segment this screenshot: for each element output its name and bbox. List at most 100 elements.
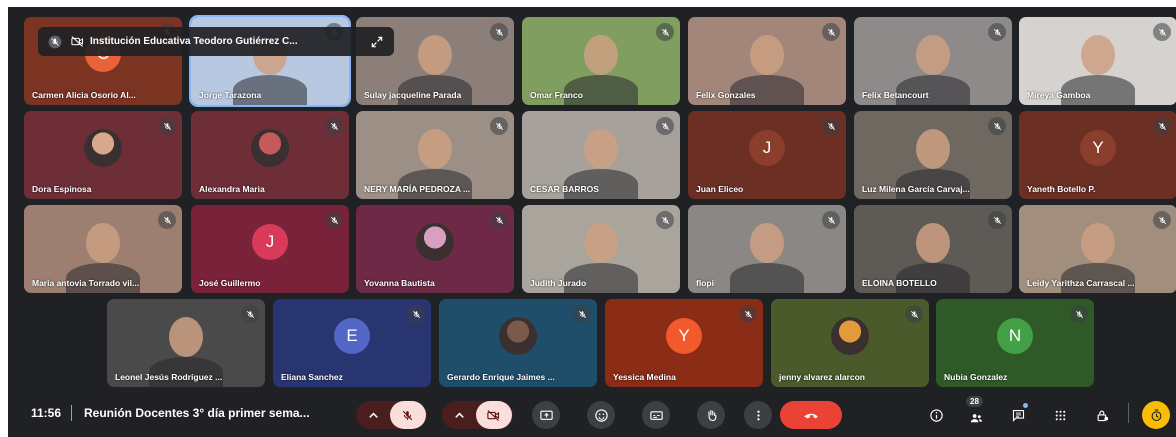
participant-name: Juan Eliceo [696,184,744,194]
mic-off-icon [1153,117,1171,135]
mic-off-icon [656,117,674,135]
mic-off-icon [490,23,508,41]
participant-tile[interactable]: Maria antovia Torrado vil... [24,205,182,293]
participant-tile[interactable]: Y Yaneth Botello P. [1019,111,1176,199]
expand-icon[interactable] [368,33,386,51]
mic-off-icon [822,23,840,41]
participant-tile[interactable]: Yovanna Bautista [356,205,514,293]
captions-icon [649,410,663,420]
participant-tile[interactable]: flopi [688,205,846,293]
chat-icon [1012,409,1024,422]
participant-name: Alexandra Maria [199,184,265,194]
mic-off-icon [739,305,757,323]
avatar-photo [84,128,122,167]
mic-off-icon [1153,211,1171,229]
audio-options-button[interactable] [358,408,390,423]
toolbar-divider-right [1128,403,1129,423]
mic-off-icon [822,211,840,229]
audio-control-group [356,401,427,429]
video-feed-face [169,317,203,357]
video-feed-face [584,223,618,263]
participant-tile[interactable]: J Juan Eliceo [688,111,846,199]
people-icon [970,413,982,422]
host-controls-button[interactable] [1088,401,1116,429]
clock-time: 11:56 [31,406,62,420]
participant-name: Felix Betancourt [862,90,929,100]
participant-name: NERY MARÍA PEDROZA ... [364,184,471,194]
mic-off-icon [490,117,508,135]
avatar: Y [1080,129,1116,166]
participant-tile[interactable]: E Eliana Sanchez [273,299,431,387]
activities-button[interactable] [1046,401,1074,429]
timer-button[interactable] [1142,401,1170,429]
raise-hand-button[interactable] [697,401,725,429]
chat-button[interactable] [1004,401,1032,429]
participant-tile[interactable]: N Nubia Gonzalez [936,299,1094,387]
participant-name: Eliana Sanchez [281,372,343,382]
participant-name: CESAR BARROS [530,184,599,194]
participant-tile[interactable]: CESAR BARROS [522,111,680,199]
timer-icon [1151,408,1161,421]
avatar: N [997,317,1033,354]
participant-tile[interactable]: NERY MARÍA PEDROZA ... [356,111,514,199]
participant-tile[interactable]: Y Yessica Medina [605,299,763,387]
mic-off-icon [988,117,1006,135]
participant-tile[interactable]: ELOINA BOTELLO [854,205,1012,293]
participant-tile[interactable]: jenny alvarez alarcon [771,299,929,387]
participant-tile[interactable]: Gerardo Enrique Jaimes ... [439,299,597,387]
mic-off-icon [158,211,176,229]
participant-tile[interactable]: Alexandra Maria [191,111,349,199]
participant-tile[interactable]: Dora Espinosa [24,111,182,199]
microphone-button[interactable] [389,401,426,429]
participant-tile[interactable]: Luz Milena García Carvaj... [854,111,1012,199]
video-feed-face [1081,35,1115,75]
toolbar-divider [71,405,72,421]
video-feed-face [418,129,452,169]
end-call-icon [804,413,818,419]
camera-button[interactable] [475,401,512,429]
participant-tile[interactable]: Judith Jurado [522,205,680,293]
participant-name: Leidy Yarithza Carrascal ... [1027,278,1135,288]
people-button[interactable]: 28 [962,396,990,429]
more-options-button[interactable] [744,401,772,429]
mic-off-icon [241,305,259,323]
avatar: J [252,223,288,260]
emoji-icon [594,408,608,422]
avatar-photo [831,316,869,355]
activities-icon [1055,410,1065,420]
video-feed-face [750,223,784,263]
participant-name: Luz Milena García Carvaj... [862,184,970,194]
leave-call-button[interactable] [780,401,842,429]
participant-tile[interactable]: Felix Betancourt [854,17,1012,105]
participant-name: Yaneth Botello P. [1027,184,1096,194]
participant-name: Dora Espinosa [32,184,92,194]
present-icon [539,410,553,420]
mic-off-icon [573,305,591,323]
participant-name: Yessica Medina [613,372,676,382]
participant-count-badge: 28 [966,396,983,407]
video-feed-face [750,35,784,75]
participant-tile[interactable]: J José Guillermo [191,205,349,293]
emoji-button[interactable] [587,401,615,429]
meeting-details-button[interactable] [922,401,950,429]
mic-off-icon [656,211,674,229]
mic-off-icon [158,117,176,135]
participant-name: Yovanna Bautista [364,278,435,288]
participant-tile[interactable]: Leidy Yarithza Carrascal ... [1019,205,1176,293]
present-button[interactable] [532,401,560,429]
camera-off-icon[interactable] [68,33,86,51]
participant-tile[interactable]: Omar Franco [522,17,680,105]
avatar: J [749,129,785,166]
participant-tile[interactable]: Leonel Jesús Rodríguez ... [107,299,265,387]
video-feed-face [584,35,618,75]
mic-off-icon[interactable] [46,33,64,51]
mic-off-icon [407,305,425,323]
participant-tile[interactable]: Mireya Gamboa [1019,17,1176,105]
captions-button[interactable] [642,401,670,429]
video-options-button[interactable] [444,408,476,423]
participant-tile[interactable]: Felix Gonzales [688,17,846,105]
video-feed-face [1081,223,1115,263]
participant-name: Omar Franco [530,90,583,100]
chevron-up-icon [455,412,464,418]
participant-name: Felix Gonzales [696,90,756,100]
